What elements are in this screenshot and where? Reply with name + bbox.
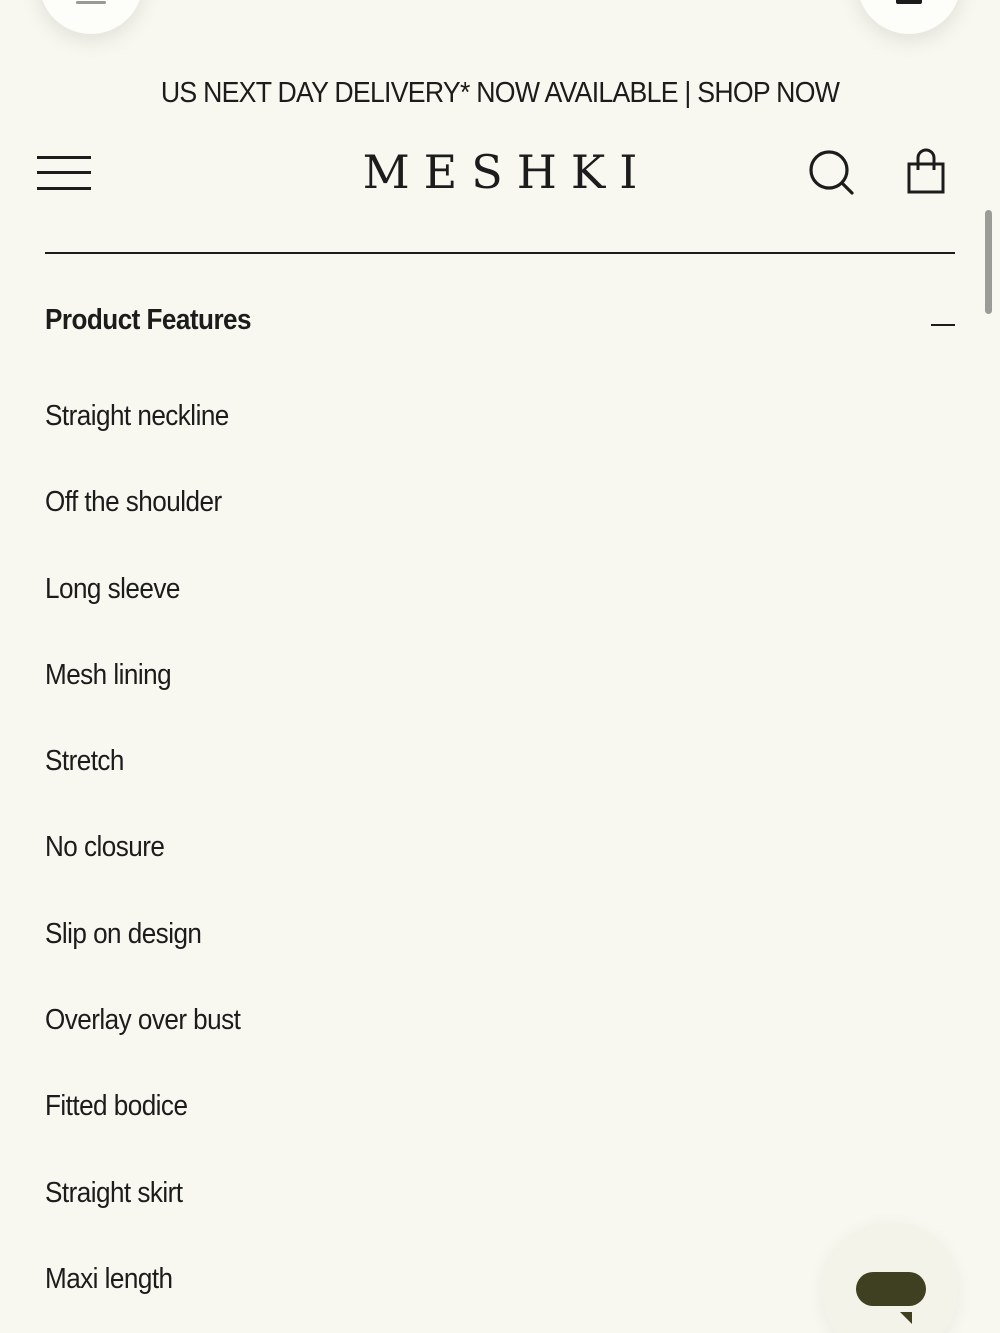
chat-button[interactable] [822,1222,958,1333]
share-icon [896,0,922,4]
product-page: US NEXT DAY DELIVERY* NOW AVAILABLE | SH… [0,0,1000,1333]
minus-icon [931,324,955,326]
chat-bubble-icon [856,1272,926,1306]
feature-item: Mesh lining [45,658,172,691]
share-button[interactable] [857,0,961,34]
back-button[interactable] [39,0,143,34]
product-features-list: Straight neckline Off the shoulder Long … [45,390,262,1333]
feature-item: Stretch [45,745,124,778]
feature-item: Fitted bodice [45,1090,188,1123]
site-header: MESHKI [0,130,1000,220]
section-divider [45,252,955,254]
feature-item: Off the shoulder [45,486,222,519]
feature-item: Straight neckline [45,400,229,432]
feature-item: Straight skirt [45,1176,183,1209]
feature-item: Overlay over bust [45,1004,241,1037]
feature-item: Maxi length [45,1262,173,1295]
chat-bubble-tail [900,1312,912,1324]
feature-item: No closure [45,831,165,864]
product-features-toggle[interactable]: Product Features [45,300,955,352]
accordion-title: Product Features [45,304,252,336]
back-icon [76,1,106,4]
feature-item: Slip on design [45,917,202,950]
announcement-bar[interactable]: US NEXT DAY DELIVERY* NOW AVAILABLE | SH… [40,70,960,116]
page-scrollbar[interactable] [985,210,992,314]
search-icon[interactable] [806,148,858,200]
feature-item: Long sleeve [45,572,180,605]
shopping-bag-icon[interactable] [904,148,950,198]
